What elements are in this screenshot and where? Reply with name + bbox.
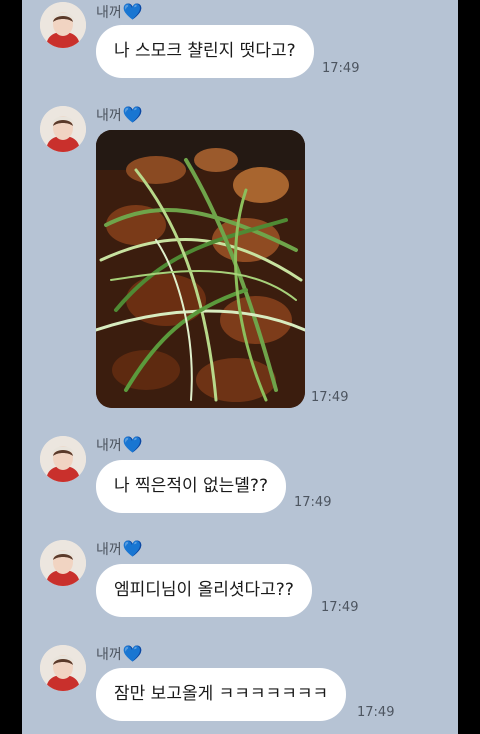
message-bubble[interactable]: 나 스모크 챨린지 떳다고? — [96, 25, 314, 78]
sender-name: 내꺼💙 — [96, 645, 143, 664]
message-time: 17:49 — [294, 495, 332, 510]
avatar[interactable] — [40, 645, 86, 691]
message-bubble[interactable]: 나 찍은적이 없는뎰?? — [96, 460, 286, 513]
avatar[interactable] — [40, 540, 86, 586]
sender-name-text: 내꺼 — [96, 542, 122, 558]
chat-panel: 내꺼💙 나 스모크 챨린지 떳다고? 17:49 내꺼💙 17:49 내꺼💙 나… — [22, 0, 458, 734]
sender-name: 내꺼💙 — [96, 3, 143, 22]
message-time: 17:49 — [321, 600, 359, 615]
blue-heart-icon: 💙 — [122, 2, 143, 21]
message-text: 잠만 보고올게 ㅋㅋㅋㅋㅋㅋㅋ — [114, 684, 329, 704]
message-time: 17:49 — [357, 705, 395, 720]
sender-name-text: 내꺼 — [96, 438, 122, 454]
avatar[interactable] — [40, 2, 86, 48]
message-time: 17:49 — [311, 390, 349, 405]
sender-name-text: 내꺼 — [96, 647, 122, 663]
sender-name-text: 내꺼 — [96, 108, 122, 124]
message-text: 나 스모크 챨린지 떳다고? — [114, 41, 296, 61]
sender-name: 내꺼💙 — [96, 436, 143, 455]
avatar[interactable] — [40, 106, 86, 152]
message-text: 엠피디님이 올리셧다고?? — [114, 580, 294, 600]
blue-heart-icon: 💙 — [122, 539, 143, 558]
sender-name-text: 내꺼 — [96, 5, 122, 21]
food-photo[interactable] — [96, 130, 305, 408]
sender-name: 내꺼💙 — [96, 106, 143, 125]
sender-name: 내꺼💙 — [96, 540, 143, 559]
message-time: 17:49 — [322, 61, 360, 76]
blue-heart-icon: 💙 — [122, 644, 143, 663]
message-bubble[interactable]: 엠피디님이 올리셧다고?? — [96, 564, 312, 617]
avatar[interactable] — [40, 436, 86, 482]
blue-heart-icon: 💙 — [122, 105, 143, 124]
message-bubble[interactable]: 잠만 보고올게 ㅋㅋㅋㅋㅋㅋㅋ — [96, 668, 347, 721]
message-text: 나 찍은적이 없는뎰?? — [114, 476, 268, 496]
blue-heart-icon: 💙 — [122, 435, 143, 454]
